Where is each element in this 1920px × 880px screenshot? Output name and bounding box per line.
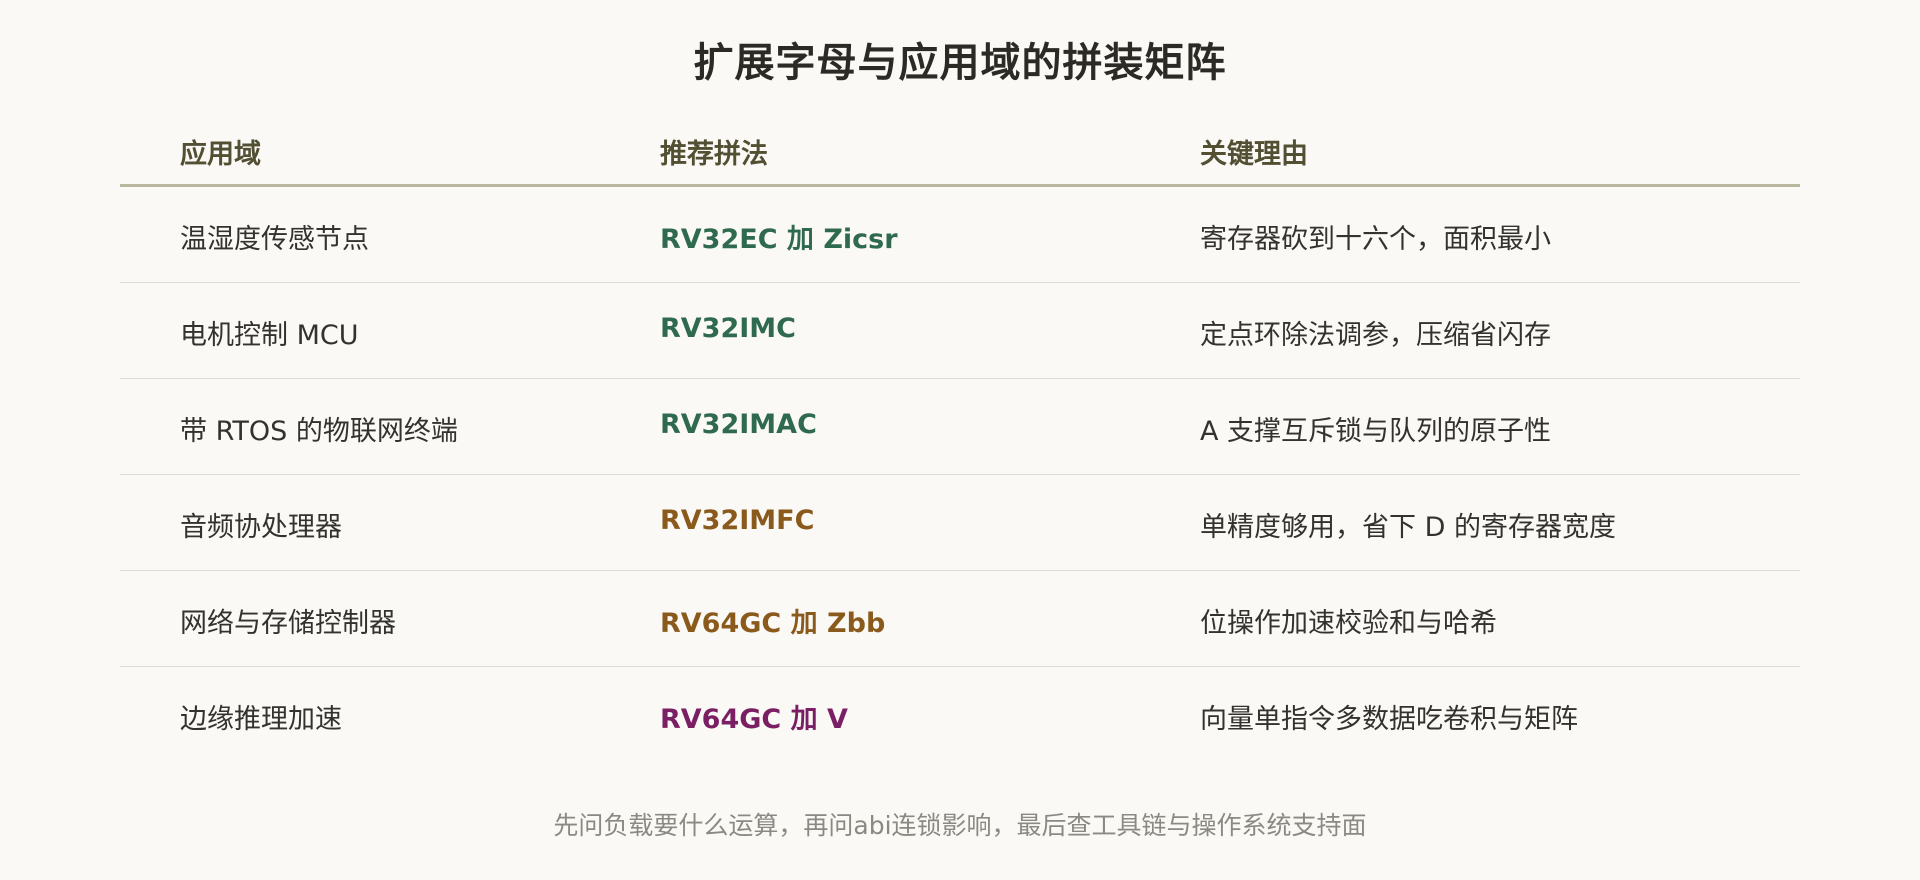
- reason-cell: A 支撑互斥锁与队列的原子性: [1200, 416, 1552, 447]
- header-reason: 关键理由: [1200, 139, 1308, 170]
- reason-cell: 寄存器砍到十六个，面积最小: [1200, 224, 1551, 255]
- footer-note: 先问负载要什么运算，再问abi连锁影响，最后查工具链与操作系统支持面: [553, 811, 1367, 840]
- spell-cell: RV32EC 加 Zicsr: [660, 224, 898, 255]
- header-domain: 应用域: [180, 139, 261, 170]
- table-row: 温湿度传感节点 RV32EC 加 Zicsr 寄存器砍到十六个，面积最小: [120, 187, 1800, 283]
- domain-cell: 边缘推理加速: [180, 704, 342, 735]
- page: 扩展字母与应用域的拼装矩阵 应用域 推荐拼法 关键理由 温湿度传感节点 RV32…: [0, 0, 1920, 880]
- table-row: 音频协处理器 RV32IMFC 单精度够用，省下 D 的寄存器宽度: [120, 475, 1800, 571]
- reason-cell: 位操作加速校验和与哈希: [1200, 608, 1497, 639]
- header-spell: 推荐拼法: [660, 139, 768, 170]
- spell-cell: RV32IMC: [660, 313, 796, 344]
- domain-cell: 网络与存储控制器: [180, 608, 396, 639]
- domain-cell: 温湿度传感节点: [180, 224, 369, 255]
- page-title: 扩展字母与应用域的拼装矩阵: [693, 40, 1227, 86]
- spell-cell: RV32IMFC: [660, 505, 815, 536]
- table-header-row: 应用域 推荐拼法 关键理由: [120, 120, 1800, 187]
- reason-cell: 向量单指令多数据吃卷积与矩阵: [1200, 704, 1578, 735]
- table-row: 边缘推理加速 RV64GC 加 V 向量单指令多数据吃卷积与矩阵: [120, 667, 1800, 762]
- reason-cell: 定点环除法调参，压缩省闪存: [1200, 320, 1551, 351]
- table-row: 带 RTOS 的物联网终端 RV32IMAC A 支撑互斥锁与队列的原子性: [120, 379, 1800, 475]
- domain-cell: 电机控制 MCU: [180, 320, 359, 351]
- domain-cell: 带 RTOS 的物联网终端: [180, 416, 458, 447]
- table-row: 电机控制 MCU RV32IMC 定点环除法调参，压缩省闪存: [120, 283, 1800, 379]
- reason-cell: 单精度够用，省下 D 的寄存器宽度: [1200, 512, 1616, 543]
- spell-cell: RV64GC 加 V: [660, 704, 848, 735]
- matrix-table: 应用域 推荐拼法 关键理由 温湿度传感节点 RV32EC 加 Zicsr 寄存器…: [120, 120, 1800, 762]
- spell-cell: RV64GC 加 Zbb: [660, 608, 886, 639]
- spell-cell: RV32IMAC: [660, 409, 817, 440]
- table-row: 网络与存储控制器 RV64GC 加 Zbb 位操作加速校验和与哈希: [120, 571, 1800, 667]
- domain-cell: 音频协处理器: [180, 512, 342, 543]
